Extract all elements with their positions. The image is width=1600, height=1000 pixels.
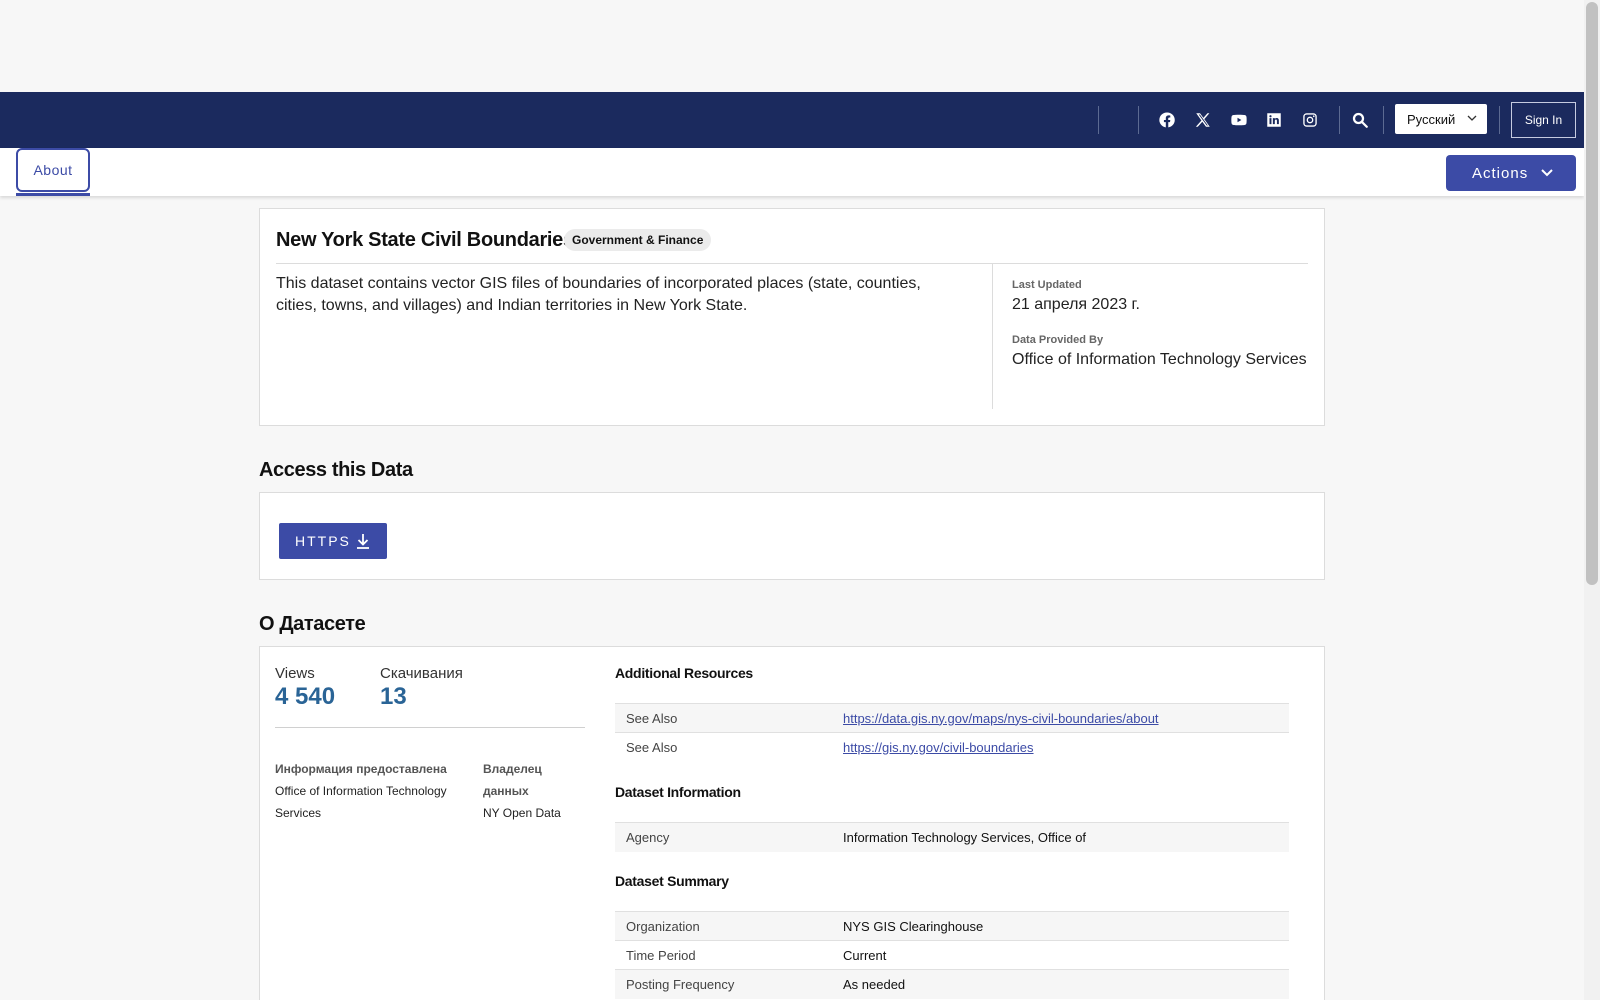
about-dataset-heading: О Датасете <box>259 613 366 635</box>
data-owner-value: NY Open Data <box>483 806 561 820</box>
data-provided-by-label: Data Provided By <box>1012 334 1104 346</box>
https-download-button[interactable]: HTTPS <box>279 523 387 559</box>
actions-button-label: Actions <box>1472 164 1529 182</box>
row-value: As needed <box>843 969 1289 999</box>
row-value: https://gis.ny.gov/civil-boundaries <box>843 732 1289 762</box>
dataset-summary-table: Organization NYS GIS Clearinghouse Time … <box>615 911 1289 999</box>
row-key: Organization <box>615 911 843 941</box>
table-row: Time Period Current <box>615 940 1289 970</box>
additional-resources-heading: Additional Resources <box>615 665 753 681</box>
language-select[interactable]: Русский <box>1395 104 1487 134</box>
dataset-header-card: New York State Civil Boundaries Governme… <box>259 208 1325 426</box>
row-key: Posting Frequency <box>615 969 843 999</box>
download-icon <box>357 534 369 549</box>
tab-bar: About Actions <box>0 148 1584 196</box>
divider <box>992 264 993 409</box>
tab-about[interactable]: About <box>16 148 90 192</box>
top-banner-area <box>0 0 1584 92</box>
views-value: 4 540 <box>275 683 336 710</box>
info-provided-label: Информация предоставлена <box>275 762 447 776</box>
about-dataset-card: Views 4 540 Скачивания 13 Информация пре… <box>259 646 1325 1000</box>
table-row: Posting Frequency As needed <box>615 969 1289 999</box>
actions-button[interactable]: Actions <box>1446 155 1576 191</box>
views-label: Views <box>275 665 315 682</box>
divider <box>276 263 1308 264</box>
data-owner-label: Владелец данных <box>483 762 542 798</box>
row-value: Information Technology Services, Office … <box>843 822 1289 852</box>
youtube-icon[interactable] <box>1227 108 1251 132</box>
site-navbar: Русский Sign In <box>0 92 1584 148</box>
see-also-link[interactable]: https://gis.ny.gov/civil-boundaries <box>843 740 1034 755</box>
chevron-down-icon <box>1467 115 1477 121</box>
row-value: NYS GIS Clearinghouse <box>843 911 1289 941</box>
additional-resources-table: See Also https://data.gis.ny.gov/maps/ny… <box>615 703 1289 762</box>
https-button-label: HTTPS <box>295 533 351 549</box>
active-tab-indicator <box>16 193 90 196</box>
facebook-icon[interactable] <box>1155 108 1179 132</box>
dataset-information-table: Agency Information Technology Services, … <box>615 822 1289 852</box>
row-key: Agency <box>615 822 843 852</box>
nav-divider <box>1098 106 1099 134</box>
last-updated-label: Last Updated <box>1012 279 1082 291</box>
page-title: New York State Civil Boundaries <box>276 229 574 251</box>
dataset-description: This dataset contains vector GIS files o… <box>276 275 921 314</box>
nav-divider <box>1383 106 1384 134</box>
linkedin-icon[interactable] <box>1262 108 1286 132</box>
info-provided-value: Office of Information Technology Service… <box>275 784 447 820</box>
instagram-icon[interactable] <box>1298 108 1322 132</box>
sign-in-button[interactable]: Sign In <box>1511 102 1576 138</box>
table-row: Organization NYS GIS Clearinghouse <box>615 911 1289 941</box>
access-data-card: HTTPS <box>259 492 1325 580</box>
row-value: https://data.gis.ny.gov/maps/nys-civil-b… <box>843 703 1289 733</box>
nav-divider <box>1339 106 1340 134</box>
last-updated-value: 21 апреля 2023 г. <box>1012 296 1140 313</box>
access-data-heading: Access this Data <box>259 459 413 481</box>
chevron-down-icon <box>1541 169 1553 177</box>
page-scrollbar[interactable] <box>1584 0 1600 1000</box>
nav-divider <box>1499 106 1500 134</box>
x-twitter-icon[interactable] <box>1191 108 1215 132</box>
row-key: See Also <box>615 732 843 762</box>
row-key: Time Period <box>615 940 843 970</box>
table-row: See Also https://gis.ny.gov/civil-bounda… <box>615 732 1289 762</box>
data-provided-by-value: Office of Information Technology Service… <box>1012 351 1307 368</box>
scrollbar-thumb[interactable] <box>1586 2 1598 585</box>
see-also-link[interactable]: https://data.gis.ny.gov/maps/nys-civil-b… <box>843 711 1159 726</box>
nav-divider <box>1138 106 1139 134</box>
dataset-information-heading: Dataset Information <box>615 784 741 800</box>
dataset-summary-heading: Dataset Summary <box>615 873 729 889</box>
category-badge[interactable]: Government & Finance <box>564 229 712 251</box>
row-value: Current <box>843 940 1289 970</box>
downloads-value: 13 <box>380 683 407 710</box>
search-icon[interactable] <box>1348 108 1372 132</box>
table-row: Agency Information Technology Services, … <box>615 822 1289 852</box>
row-key: See Also <box>615 703 843 733</box>
divider <box>275 727 585 728</box>
downloads-label: Скачивания <box>380 665 463 682</box>
language-select-value: Русский <box>1407 111 1456 127</box>
table-row: See Also https://data.gis.ny.gov/maps/ny… <box>615 703 1289 733</box>
